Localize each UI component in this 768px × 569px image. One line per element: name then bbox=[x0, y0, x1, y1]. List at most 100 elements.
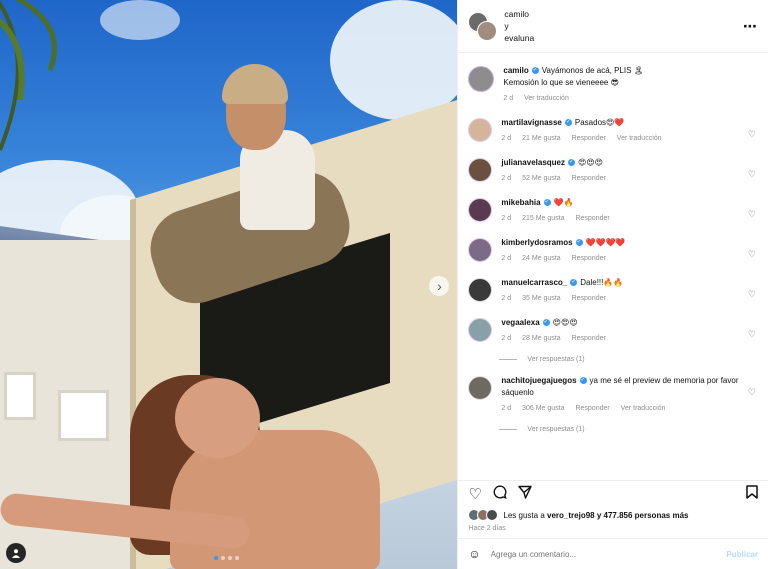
building-window bbox=[58, 390, 109, 441]
divider bbox=[499, 359, 518, 360]
more-options-icon[interactable]: ⋯ bbox=[743, 18, 758, 35]
verified-icon: ✓ bbox=[531, 67, 539, 75]
view-replies-label[interactable]: Ver respuestas (1) bbox=[527, 356, 584, 363]
translate-link[interactable]: Ver traducción bbox=[617, 135, 662, 142]
avatar[interactable] bbox=[468, 66, 495, 92]
avatar[interactable] bbox=[468, 278, 493, 302]
author-link[interactable]: camilo bbox=[504, 8, 743, 20]
verified-icon: ✓ bbox=[579, 377, 587, 385]
caption-text-line2: Kemosión lo que se vieneeee 😎 bbox=[503, 78, 619, 87]
avatar bbox=[486, 509, 499, 521]
posted-time[interactable]: Hace 2 días bbox=[458, 523, 768, 538]
likes-summary[interactable]: Les gusta a vero_trejo98 y 477.856 perso… bbox=[458, 507, 768, 523]
bookmark-save-icon[interactable] bbox=[746, 485, 758, 503]
verified-icon: ✓ bbox=[564, 119, 572, 127]
avatar[interactable] bbox=[468, 376, 493, 400]
emoji-icon[interactable]: ☺ bbox=[468, 547, 480, 561]
comment-time[interactable]: 2 d bbox=[501, 135, 511, 142]
avatar[interactable] bbox=[468, 318, 493, 342]
post-panel: camilo y evaluna ⋯ camilo ✓ Vayámonos de a… bbox=[457, 0, 768, 569]
like-comment-heart-icon[interactable]: ♡ bbox=[748, 387, 756, 398]
post-comment-button[interactable]: Publicar bbox=[726, 550, 758, 559]
comment-time[interactable]: 2 d bbox=[501, 405, 511, 412]
divider bbox=[499, 429, 518, 430]
connector-text: y bbox=[504, 21, 509, 31]
like-comment-heart-icon[interactable]: ♡ bbox=[748, 129, 756, 140]
comment-bubble-icon[interactable] bbox=[493, 485, 507, 503]
comment-likes[interactable]: 24 Me gusta bbox=[522, 255, 561, 262]
comment-username[interactable]: martilavignasse bbox=[501, 118, 561, 127]
caption-username[interactable]: camilo bbox=[503, 66, 528, 75]
comment-likes[interactable]: 28 Me gusta bbox=[522, 335, 561, 342]
comment-item: kimberlydosramos ✓ ❤️❤️❤️❤️ 2 d 24 Me gust… bbox=[468, 237, 758, 265]
cloud bbox=[100, 0, 180, 40]
reply-button[interactable]: Responder bbox=[572, 175, 606, 182]
comment-text: 😍😍😍 bbox=[578, 158, 604, 167]
tagged-users-button[interactable] bbox=[6, 543, 26, 563]
translate-link[interactable]: Ver traducción bbox=[524, 95, 569, 102]
comment-likes[interactable]: 215 Me gusta bbox=[522, 215, 564, 222]
view-replies-label[interactable]: Ver respuestas (1) bbox=[527, 426, 584, 433]
comment-username[interactable]: manuelcarrasco_ bbox=[501, 278, 567, 287]
comment-username[interactable]: vegaalexa bbox=[501, 318, 539, 327]
like-comment-heart-icon[interactable]: ♡ bbox=[748, 329, 756, 340]
share-send-icon[interactable] bbox=[518, 485, 532, 503]
comment-time[interactable]: 2 d bbox=[501, 295, 511, 302]
liker-username[interactable]: vero_trejo98 bbox=[547, 511, 595, 520]
caption-time[interactable]: 2 d bbox=[503, 95, 513, 102]
carousel-dot bbox=[221, 556, 225, 560]
comments-list[interactable]: camilo ✓ Vayámonos de acá, PLIS 🏝 Kemosión… bbox=[458, 53, 768, 480]
comment-item: martilavignasse ✓ Pasados😍❤️ 2 d 21 Me gus… bbox=[468, 117, 758, 145]
reply-button[interactable]: Responder bbox=[575, 215, 609, 222]
like-comment-heart-icon[interactable]: ♡ bbox=[748, 289, 756, 300]
comment-username[interactable]: mikebahia bbox=[501, 198, 540, 207]
comment-username[interactable]: kimberlydosramos bbox=[501, 238, 572, 247]
reply-button[interactable]: Responder bbox=[572, 255, 606, 262]
like-heart-icon[interactable]: ♡ bbox=[468, 485, 481, 503]
avatar[interactable] bbox=[468, 238, 493, 262]
reply-button[interactable]: Responder bbox=[572, 295, 606, 302]
carousel-dots bbox=[214, 556, 239, 560]
comment-input[interactable] bbox=[488, 548, 727, 560]
comment-time[interactable]: 2 d bbox=[501, 335, 511, 342]
reply-button[interactable]: Responder bbox=[575, 405, 609, 412]
verified-icon: ✓ bbox=[568, 159, 575, 167]
reply-button[interactable]: Responder bbox=[572, 335, 606, 342]
translate-link[interactable]: Ver traducción bbox=[621, 405, 666, 412]
verified-icon: ✓ bbox=[543, 199, 551, 207]
collab-names: camilo y evaluna bbox=[504, 8, 743, 44]
avatar[interactable] bbox=[468, 198, 493, 222]
like-comment-heart-icon[interactable]: ♡ bbox=[748, 249, 756, 260]
caption-text-line1: Vayámonos de acá, PLIS 🏝 bbox=[541, 66, 644, 75]
comment-time[interactable]: 2 d bbox=[501, 175, 511, 182]
comment-likes[interactable]: 35 Me gusta bbox=[522, 295, 561, 302]
comment-likes[interactable]: 306 Me gusta bbox=[522, 405, 564, 412]
user-icon bbox=[12, 549, 20, 558]
comment-item: mikebahia ✓ ❤️🔥 2 d 215 Me gusta Responder… bbox=[468, 197, 758, 225]
comment-time[interactable]: 2 d bbox=[501, 215, 511, 222]
view-replies-link[interactable]: Ver respuestas (1) bbox=[499, 426, 758, 433]
carousel-dot bbox=[228, 556, 232, 560]
comment-username[interactable]: julianavelasquez bbox=[501, 158, 565, 167]
comment-username[interactable]: nachitojuegajuegos bbox=[501, 376, 576, 385]
verified-icon: ✓ bbox=[542, 319, 550, 327]
likes-count[interactable]: y 477.856 personas más bbox=[597, 511, 689, 520]
likes-prefix: Les gusta a bbox=[503, 510, 545, 520]
comment-likes[interactable]: 52 Me gusta bbox=[522, 175, 561, 182]
carousel-dot bbox=[214, 556, 218, 560]
collab-avatars[interactable] bbox=[468, 12, 498, 41]
avatar[interactable] bbox=[468, 158, 493, 182]
coauthor-link[interactable]: evaluna bbox=[504, 32, 743, 44]
view-replies-link[interactable]: Ver respuestas (1) bbox=[499, 356, 758, 363]
like-comment-heart-icon[interactable]: ♡ bbox=[748, 209, 756, 220]
comment-likes[interactable]: 21 Me gusta bbox=[522, 135, 561, 142]
comment-time[interactable]: 2 d bbox=[501, 255, 511, 262]
like-comment-heart-icon[interactable]: ♡ bbox=[748, 169, 756, 180]
action-bar: ♡ bbox=[458, 480, 768, 507]
post-photo[interactable]: › bbox=[0, 0, 458, 569]
avatar[interactable] bbox=[468, 118, 493, 142]
comment-item: vegaalexa ✓ 😍😍😍 2 d 28 Me gusta Responder … bbox=[468, 317, 758, 345]
reply-button[interactable]: Responder bbox=[572, 135, 606, 142]
comment-text: Dale!!!🔥🔥 bbox=[580, 278, 624, 287]
post-header: camilo y evaluna ⋯ bbox=[458, 0, 768, 53]
